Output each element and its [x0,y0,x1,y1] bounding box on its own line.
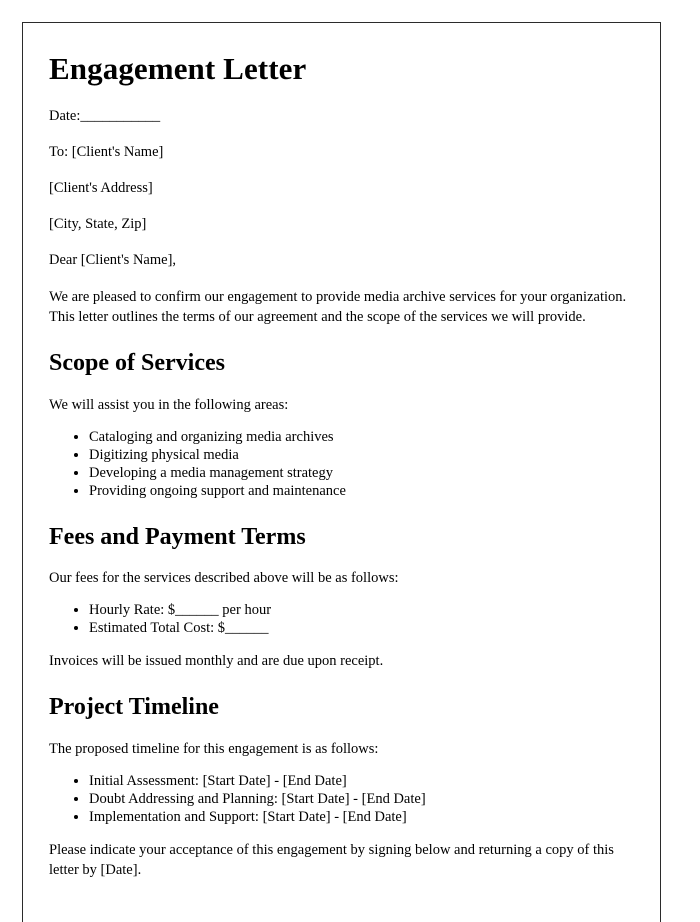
scope-of-services-list: Cataloging and organizing media archives… [49,428,634,501]
list-item: Initial Assessment: [Start Date] - [End … [89,772,634,790]
scope-of-services-lead: We will assist you in the following area… [49,397,289,414]
recipient-city-state-zip-line: [City, State, Zip] [49,216,147,233]
project-timeline-list: Initial Assessment: [Start Date] - [End … [49,772,634,827]
list-item[interactable]: Hourly Rate: $______ per hour [89,601,634,619]
list-item: Providing ongoing support and maintenanc… [89,482,634,500]
list-item[interactable]: Estimated Total Cost: $______ [89,619,634,637]
fees-and-payment-terms-list: Hourly Rate: $______ per hour Estimated … [49,601,634,638]
document-page: Engagement Letter Date:___________ To: [… [22,22,661,922]
project-timeline-lead: The proposed timeline for this engagemen… [49,740,379,757]
list-item: Cataloging and organizing media archives [89,428,634,446]
recipient-name-line: To: [Client's Name] [49,143,164,160]
section-heading-fees-and-payment-terms: Fees and Payment Terms [49,523,306,550]
acceptance-paragraph: Please indicate your acceptance of this … [49,842,614,879]
date-label: Date: [49,107,81,124]
list-item: Doubt Addressing and Planning: [Start Da… [89,790,634,808]
document-body: Engagement Letter Date:___________ To: [… [23,23,660,880]
list-item: Developing a media management strategy [89,464,634,482]
salutation-line: Dear [Client's Name], [49,252,177,269]
invoice-terms-paragraph: Invoices will be issued monthly and are … [49,652,384,669]
list-item: Implementation and Support: [Start Date]… [89,808,634,826]
section-heading-project-timeline: Project Timeline [49,694,219,721]
date-line: Date:___________ [49,107,634,125]
page-title: Engagement Letter [49,51,307,86]
recipient-address-line: [Client's Address] [49,179,153,196]
date-blank-field[interactable]: ___________ [80,108,160,124]
intro-paragraph: We are pleased to confirm our engagement… [49,289,627,326]
section-heading-scope-of-services: Scope of Services [49,350,225,377]
fees-and-payment-terms-lead: Our fees for the services described abov… [49,570,399,587]
list-item: Digitizing physical media [89,446,634,464]
